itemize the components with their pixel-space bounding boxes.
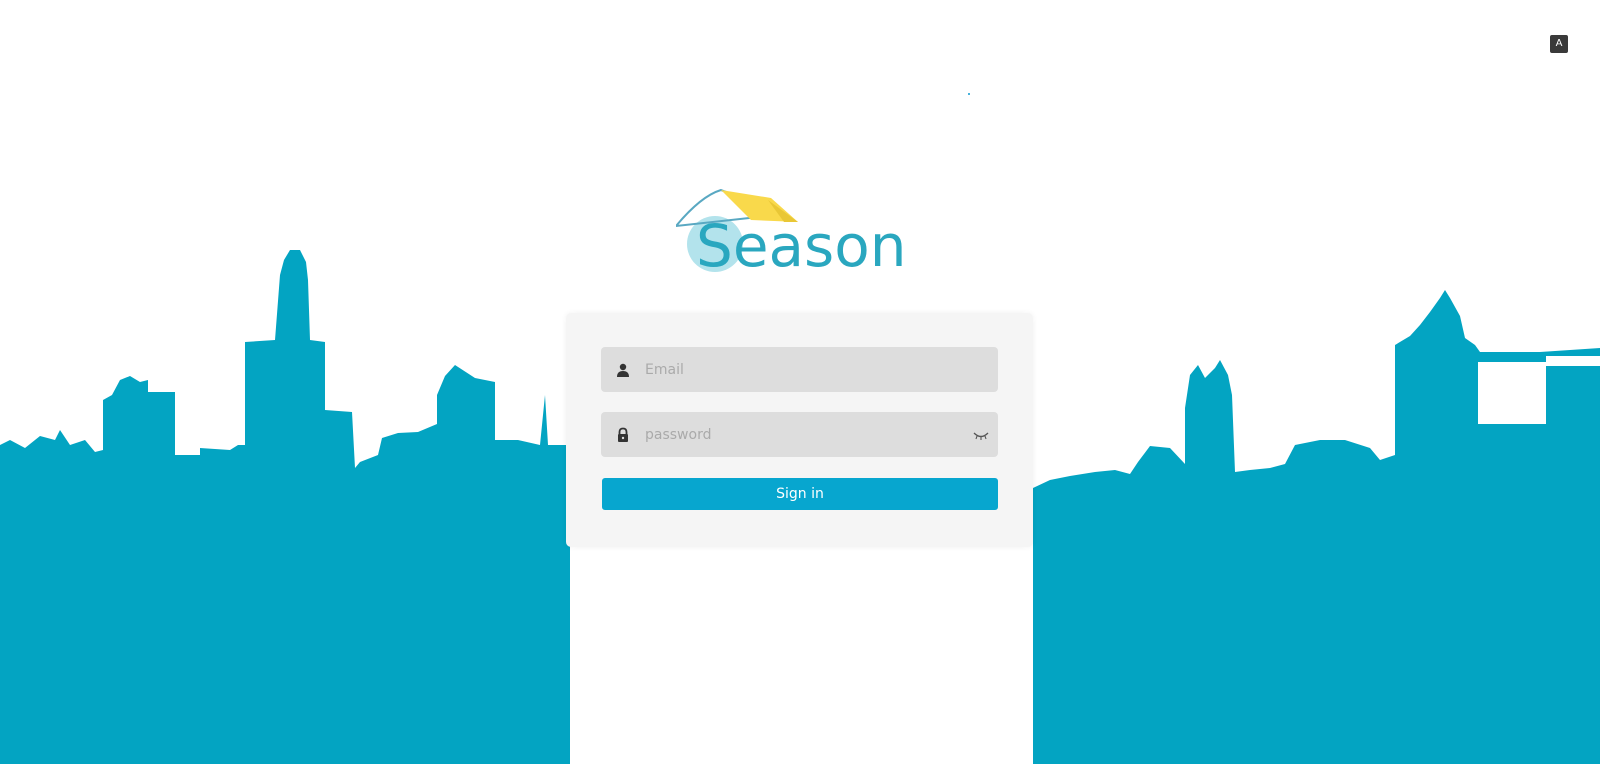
footer: Season © 2021 SD Season Homes - All righ… xyxy=(500,578,1100,602)
translate-icon[interactable]: A xyxy=(1550,35,1568,53)
developer-suffix: . xyxy=(968,589,973,603)
sign-in-button[interactable]: Sign in xyxy=(602,478,998,510)
loading-dot xyxy=(968,93,970,95)
user-icon xyxy=(617,363,629,377)
lock-icon xyxy=(618,427,628,442)
password-input[interactable] xyxy=(645,412,965,457)
developer-prefix: Software developed and maintained by xyxy=(627,589,858,603)
email-input[interactable] xyxy=(645,347,965,392)
password-field-wrapper xyxy=(601,412,998,457)
eye-closed-icon[interactable] xyxy=(973,429,989,441)
developer-link[interactable]: Mayem Solutions xyxy=(858,589,969,603)
login-card: Sign in xyxy=(566,313,1033,547)
developer-line: Software developed and maintained by May… xyxy=(500,590,1100,602)
logo-text: Season xyxy=(696,212,907,280)
email-field-wrapper xyxy=(601,347,998,392)
season-logo: Season xyxy=(676,188,907,280)
